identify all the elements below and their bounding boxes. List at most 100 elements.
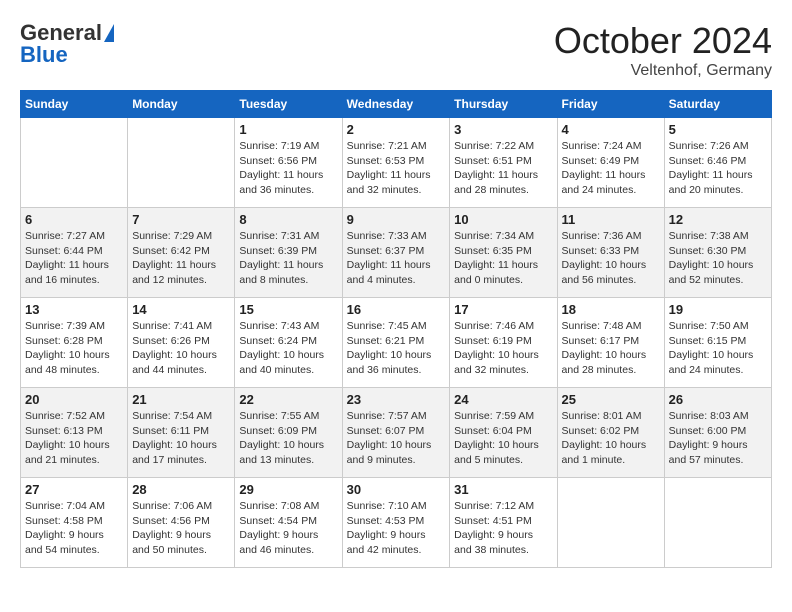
calendar-cell [128,118,235,208]
calendar-cell: 7Sunrise: 7:29 AM Sunset: 6:42 PM Daylig… [128,208,235,298]
day-number: 18 [562,302,660,317]
cell-content: Sunrise: 7:39 AM Sunset: 6:28 PM Dayligh… [25,319,123,378]
location-title: Veltenhof, Germany [554,62,772,80]
cell-content: Sunrise: 7:38 AM Sunset: 6:30 PM Dayligh… [669,229,767,288]
day-number: 10 [454,212,552,227]
cell-content: Sunrise: 7:04 AM Sunset: 4:58 PM Dayligh… [25,499,123,558]
calendar-cell: 26 Sunrise: 8:03 AM Sunset: 6:00 PM Dayli… [664,388,771,478]
calendar-cell: 25 Sunrise: 8:01 AM Sunset: 6:02 PM Dayli… [557,388,664,478]
cell-content: Sunrise: 7:08 AM Sunset: 4:54 PM Dayligh… [239,499,337,558]
calendar-cell: 20 Sunrise: 7:52 AM Sunset: 6:13 PM Dayli… [21,388,128,478]
cell-content: Sunrise: 8:01 AM Sunset: 6:02 PM Dayligh… [562,409,660,468]
calendar-cell: 29 Sunrise: 7:08 AM Sunset: 4:54 PM Dayli… [235,478,342,568]
cell-content: Sunrise: 7:31 AM Sunset: 6:39 PM Dayligh… [239,229,337,288]
calendar-cell: 31 Sunrise: 7:12 AM Sunset: 4:51 PM Dayli… [450,478,557,568]
day-number: 6 [25,212,123,227]
cell-content: Sunrise: 7:36 AM Sunset: 6:33 PM Dayligh… [562,229,660,288]
cell-content: Sunrise: 7:26 AM Sunset: 6:46 PM Dayligh… [669,139,767,198]
page-header: General Blue October 2024 Veltenhof, Ger… [20,20,772,80]
cell-content: Sunrise: 7:24 AM Sunset: 6:49 PM Dayligh… [562,139,660,198]
calendar-cell [21,118,128,208]
calendar-cell: 23Sunrise: 7:57 AM Sunset: 6:07 PM Dayli… [342,388,450,478]
calendar-cell: 3Sunrise: 7:22 AM Sunset: 6:51 PM Daylig… [450,118,557,208]
calendar-cell: 2 Sunrise: 7:21 AM Sunset: 6:53 PM Daylig… [342,118,450,208]
calendar-cell: 9Sunrise: 7:33 AM Sunset: 6:37 PM Daylig… [342,208,450,298]
calendar-table: SundayMondayTuesdayWednesdayThursdayFrid… [20,90,772,568]
cell-content: Sunrise: 7:21 AM Sunset: 6:53 PM Dayligh… [347,139,446,198]
calendar-cell [557,478,664,568]
cell-content: Sunrise: 7:41 AM Sunset: 6:26 PM Dayligh… [132,319,230,378]
calendar-cell: 4 Sunrise: 7:24 AM Sunset: 6:49 PM Daylig… [557,118,664,208]
day-number: 11 [562,212,660,227]
cell-content: Sunrise: 7:45 AM Sunset: 6:21 PM Dayligh… [347,319,446,378]
calendar-cell: 22 Sunrise: 7:55 AM Sunset: 6:09 PM Dayli… [235,388,342,478]
cell-content: Sunrise: 7:12 AM Sunset: 4:51 PM Dayligh… [454,499,552,558]
cell-content: Sunrise: 7:52 AM Sunset: 6:13 PM Dayligh… [25,409,123,468]
day-number: 3 [454,122,552,137]
cell-content: Sunrise: 7:10 AM Sunset: 4:53 PM Dayligh… [347,499,446,558]
calendar-cell: 15 Sunrise: 7:43 AM Sunset: 6:24 PM Dayli… [235,298,342,388]
weekday-header-friday: Friday [557,91,664,118]
calendar-cell: 14 Sunrise: 7:41 AM Sunset: 6:26 PM Dayli… [128,298,235,388]
day-number: 20 [25,392,123,407]
logo-icon [104,24,114,42]
cell-content: Sunrise: 8:03 AM Sunset: 6:00 PM Dayligh… [669,409,767,468]
calendar-cell: 8 Sunrise: 7:31 AM Sunset: 6:39 PM Daylig… [235,208,342,298]
day-number: 1 [239,122,337,137]
cell-content: Sunrise: 7:34 AM Sunset: 6:35 PM Dayligh… [454,229,552,288]
month-title: October 2024 [554,20,772,62]
day-number: 19 [669,302,767,317]
day-number: 23 [347,392,446,407]
calendar-cell: 28 Sunrise: 7:06 AM Sunset: 4:56 PM Dayli… [128,478,235,568]
cell-content: Sunrise: 7:43 AM Sunset: 6:24 PM Dayligh… [239,319,337,378]
weekday-header-tuesday: Tuesday [235,91,342,118]
day-number: 13 [25,302,123,317]
weekday-header-sunday: Sunday [21,91,128,118]
cell-content: Sunrise: 7:33 AM Sunset: 6:37 PM Dayligh… [347,229,446,288]
day-number: 5 [669,122,767,137]
calendar-cell: 21 Sunrise: 7:54 AM Sunset: 6:11 PM Dayli… [128,388,235,478]
cell-content: Sunrise: 7:54 AM Sunset: 6:11 PM Dayligh… [132,409,230,468]
logo: General Blue [20,20,114,68]
calendar-cell: 6 Sunrise: 7:27 AM Sunset: 6:44 PM Daylig… [21,208,128,298]
calendar-cell: 18 Sunrise: 7:48 AM Sunset: 6:17 PM Dayli… [557,298,664,388]
cell-content: Sunrise: 7:59 AM Sunset: 6:04 PM Dayligh… [454,409,552,468]
calendar-cell: 19 Sunrise: 7:50 AM Sunset: 6:15 PM Dayli… [664,298,771,388]
day-number: 17 [454,302,552,317]
day-number: 25 [562,392,660,407]
day-number: 22 [239,392,337,407]
calendar-cell: 5 Sunrise: 7:26 AM Sunset: 6:46 PM Daylig… [664,118,771,208]
day-number: 7 [132,212,230,227]
day-number: 21 [132,392,230,407]
cell-content: Sunrise: 7:06 AM Sunset: 4:56 PM Dayligh… [132,499,230,558]
calendar-week-1: 6 Sunrise: 7:27 AM Sunset: 6:44 PM Daylig… [21,208,772,298]
day-number: 24 [454,392,552,407]
day-number: 26 [669,392,767,407]
calendar-cell: 30Sunrise: 7:10 AM Sunset: 4:53 PM Dayli… [342,478,450,568]
cell-content: Sunrise: 7:48 AM Sunset: 6:17 PM Dayligh… [562,319,660,378]
cell-content: Sunrise: 7:50 AM Sunset: 6:15 PM Dayligh… [669,319,767,378]
calendar-week-4: 27 Sunrise: 7:04 AM Sunset: 4:58 PM Dayli… [21,478,772,568]
day-number: 16 [347,302,446,317]
cell-content: Sunrise: 7:55 AM Sunset: 6:09 PM Dayligh… [239,409,337,468]
calendar-cell [664,478,771,568]
weekday-header-wednesday: Wednesday [342,91,450,118]
calendar-cell: 1Sunrise: 7:19 AM Sunset: 6:56 PM Daylig… [235,118,342,208]
day-number: 28 [132,482,230,497]
day-number: 29 [239,482,337,497]
calendar-cell: 11 Sunrise: 7:36 AM Sunset: 6:33 PM Dayli… [557,208,664,298]
day-number: 8 [239,212,337,227]
day-number: 27 [25,482,123,497]
calendar-week-3: 20 Sunrise: 7:52 AM Sunset: 6:13 PM Dayli… [21,388,772,478]
day-number: 2 [347,122,446,137]
day-number: 4 [562,122,660,137]
calendar-cell: 12Sunrise: 7:38 AM Sunset: 6:30 PM Dayli… [664,208,771,298]
day-number: 14 [132,302,230,317]
cell-content: Sunrise: 7:27 AM Sunset: 6:44 PM Dayligh… [25,229,123,288]
weekday-header-thursday: Thursday [450,91,557,118]
calendar-cell: 17 Sunrise: 7:46 AM Sunset: 6:19 PM Dayli… [450,298,557,388]
cell-content: Sunrise: 7:46 AM Sunset: 6:19 PM Dayligh… [454,319,552,378]
day-number: 15 [239,302,337,317]
day-number: 31 [454,482,552,497]
calendar-cell: 13 Sunrise: 7:39 AM Sunset: 6:28 PM Dayli… [21,298,128,388]
